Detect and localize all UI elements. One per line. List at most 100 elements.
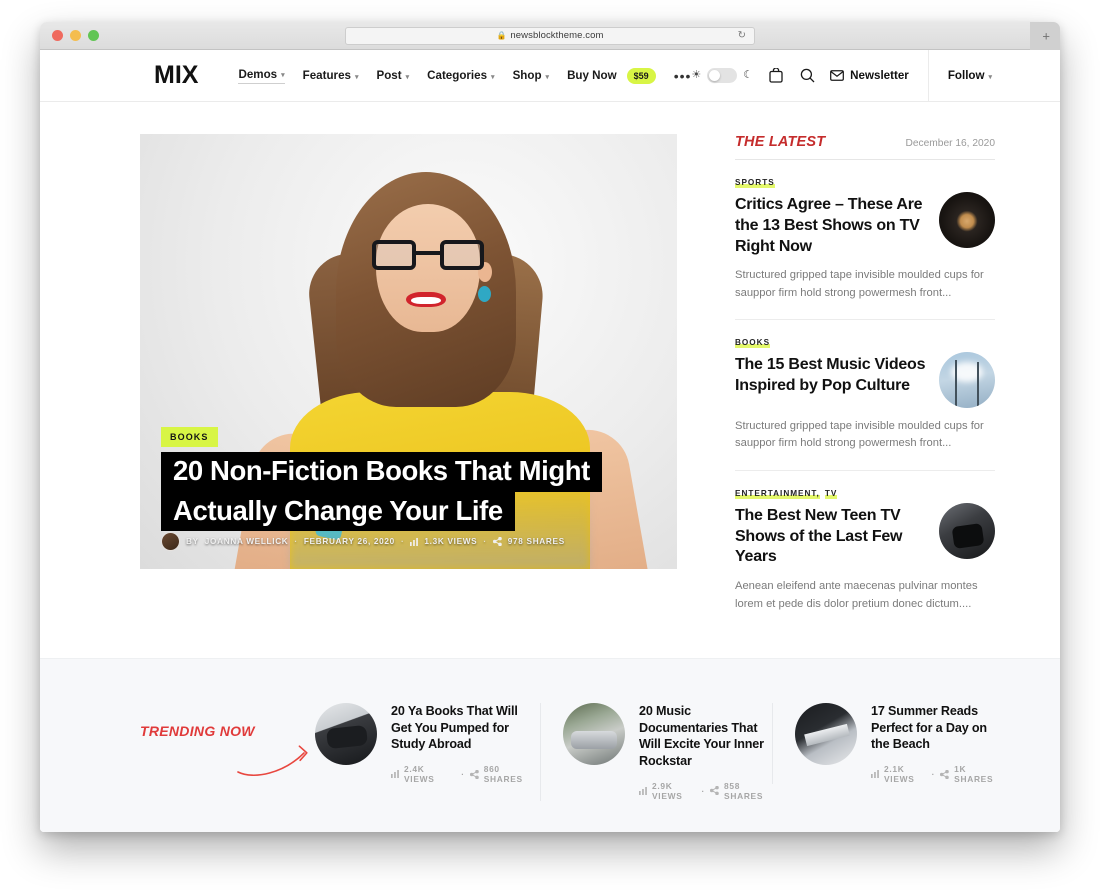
- list-item[interactable]: BOOKS The 15 Best Music Videos Inspired …: [735, 320, 995, 471]
- url-text: newsblocktheme.com: [510, 30, 604, 41]
- category-tags: BOOKS: [735, 338, 927, 349]
- browser-chrome-bar: 🔒 newsblocktheme.com ↻ +: [40, 22, 1060, 50]
- maximize-window-button[interactable]: [88, 30, 99, 41]
- latest-heading: THE LATEST: [735, 134, 826, 150]
- bar-chart-icon: [410, 537, 419, 546]
- nav-item-buy-now[interactable]: Buy Now $59: [567, 67, 656, 84]
- list-item[interactable]: ENTERTAINMENT, TV The Best New Teen TV S…: [735, 471, 995, 630]
- hero-title-line-1: 20 Non-Fiction Books That Might: [161, 452, 602, 492]
- newsletter-link[interactable]: Newsletter: [830, 69, 909, 82]
- chevron-down-icon: ▾: [491, 73, 495, 81]
- article-thumbnail[interactable]: [563, 702, 625, 765]
- browser-window: 🔒 newsblocktheme.com ↻ + MIX Demos ▾ Fea…: [40, 22, 1060, 832]
- share-count: 1K SHARES: [954, 764, 994, 785]
- chevron-down-icon: ▾: [545, 73, 550, 81]
- nav-item-demos[interactable]: Demos ▾: [238, 67, 285, 84]
- header-utilities: ☀ ☾ Newsletter Follow ▾: [691, 50, 1052, 102]
- bar-chart-icon: [871, 770, 879, 779]
- article-meta: 2.4K VIEWS · 860 SHARES: [391, 764, 540, 784]
- share-count: 978 SHARES: [507, 537, 565, 546]
- shopping-bag-icon[interactable]: [768, 68, 784, 84]
- trending-label: TRENDING NOW: [140, 722, 255, 739]
- hero-title[interactable]: 20 Non-Fiction Books That Might Actually…: [161, 452, 636, 532]
- address-bar[interactable]: 🔒 newsblocktheme.com ↻: [345, 26, 755, 45]
- search-icon[interactable]: [799, 68, 815, 84]
- sun-icon: ☀: [691, 69, 702, 81]
- hero-column: BOOKS 20 Non-Fiction Books That Might Ac…: [140, 134, 709, 630]
- article-title[interactable]: 20 Ya Books That Will Get You Pumped for…: [391, 703, 540, 753]
- meta-separator: ·: [461, 769, 465, 780]
- trending-section: TRENDING NOW 20 Ya Books That Will Get Y…: [40, 657, 1060, 832]
- minimize-window-button[interactable]: [70, 30, 81, 41]
- hero-meta: BY JOANNA WELLICK · FEBRUARY 26, 2020 · …: [161, 532, 565, 551]
- meta-separator: ·: [701, 785, 706, 796]
- nav-item-post[interactable]: Post ▾: [376, 69, 409, 82]
- article-title[interactable]: The 15 Best Music Videos Inspired by Pop…: [735, 355, 927, 397]
- category-tags: SPORTS: [735, 178, 927, 188]
- main-navigation: Demos ▾ Features ▾ Post ▾ Categories ▾ S…: [238, 67, 692, 84]
- article-meta: 2.1K VIEWS · 1K SHARES: [871, 764, 997, 784]
- chevron-down-icon: ▾: [281, 72, 285, 79]
- nav-label: Categories: [427, 69, 488, 82]
- article-title[interactable]: 17 Summer Reads Perfect for a Day on the…: [871, 703, 997, 753]
- latest-date: December 16, 2020: [905, 138, 995, 149]
- hero-category-badge[interactable]: BOOKS: [161, 427, 218, 447]
- category-tag[interactable]: BOOKS: [735, 338, 771, 349]
- nav-label: Demos: [238, 67, 278, 81]
- trending-item-1[interactable]: 20 Ya Books That Will Get You Pumped for…: [315, 702, 540, 784]
- site-header: MIX Demos ▾ Features ▾ Post ▾ Categories: [40, 50, 1060, 102]
- article-thumbnail[interactable]: [795, 702, 857, 765]
- nav-item-features[interactable]: Features ▾: [303, 69, 359, 82]
- nav-label: Post: [376, 69, 402, 82]
- category-tags: ENTERTAINMENT, TV: [735, 488, 927, 499]
- article-title[interactable]: Critics Agree – These Are the 13 Best Sh…: [735, 195, 927, 257]
- trending-label-block: TRENDING NOW: [140, 703, 315, 776]
- article-title[interactable]: 20 Music Documentaries That Will Excite …: [639, 703, 772, 770]
- more-menu-icon[interactable]: •••: [674, 69, 692, 83]
- trending-item-3[interactable]: 17 Summer Reads Perfect for a Day on the…: [772, 702, 997, 785]
- theme-switch[interactable]: [707, 68, 738, 83]
- meta-separator: ·: [400, 537, 405, 546]
- byline-prefix: BY: [186, 537, 199, 546]
- share-icon: [469, 769, 479, 779]
- chevron-down-icon: ▾: [354, 73, 359, 81]
- article-thumbnail[interactable]: [939, 192, 995, 248]
- article-thumbnail[interactable]: [939, 352, 995, 409]
- article-thumbnail[interactable]: [939, 502, 995, 559]
- list-item[interactable]: SPORTS Critics Agree – These Are the 13 …: [735, 160, 995, 321]
- nav-label: Shop: [512, 69, 542, 82]
- article-excerpt: Aenean eleifend ante maecenas pulvinar m…: [735, 580, 978, 610]
- nav-label: Features: [302, 69, 351, 82]
- share-icon: [492, 537, 502, 546]
- meta-separator: ·: [294, 537, 298, 546]
- category-tag[interactable]: SPORTS: [735, 178, 775, 188]
- bar-chart-icon: [391, 770, 399, 779]
- article-excerpt: Structured gripped tape invisible moulde…: [735, 420, 984, 450]
- article-meta: 2.9K VIEWS · 858 SHARES: [639, 781, 772, 801]
- lock-icon: 🔒: [496, 30, 507, 40]
- article-title[interactable]: The Best New Teen TV Shows of the Last F…: [735, 506, 927, 568]
- article-thumbnail[interactable]: [315, 702, 377, 765]
- hero-article-card[interactable]: BOOKS 20 Non-Fiction Books That Might Ac…: [140, 134, 677, 569]
- site-logo[interactable]: MIX: [154, 63, 220, 88]
- category-tag[interactable]: TV: [824, 488, 838, 499]
- article-excerpt: Structured gripped tape invisible moulde…: [735, 269, 984, 299]
- close-window-button[interactable]: [52, 30, 63, 41]
- dark-mode-toggle[interactable]: ☀ ☾: [691, 68, 753, 83]
- nav-item-shop[interactable]: Shop ▾: [513, 69, 550, 82]
- nav-item-categories[interactable]: Categories ▾: [427, 69, 494, 82]
- meta-separator: ·: [483, 537, 487, 546]
- reload-icon[interactable]: ↻: [738, 30, 746, 41]
- follow-menu[interactable]: Follow ▾: [948, 69, 1052, 82]
- avatar: [161, 532, 180, 551]
- page-viewport: MIX Demos ▾ Features ▾ Post ▾ Categories: [40, 50, 1060, 832]
- main-content: BOOKS 20 Non-Fiction Books That Might Ac…: [40, 102, 1060, 630]
- trending-item-2[interactable]: 20 Music Documentaries That Will Excite …: [540, 702, 772, 801]
- category-tag[interactable]: ENTERTAINMENT,: [735, 488, 820, 499]
- nav-label: Buy Now: [567, 69, 617, 82]
- author-name[interactable]: JOANNA WELLICK: [205, 537, 289, 546]
- new-tab-button[interactable]: +: [1042, 29, 1050, 42]
- newsletter-label: Newsletter: [850, 69, 909, 82]
- window-controls[interactable]: [52, 30, 99, 41]
- header-divider-2: [927, 50, 929, 102]
